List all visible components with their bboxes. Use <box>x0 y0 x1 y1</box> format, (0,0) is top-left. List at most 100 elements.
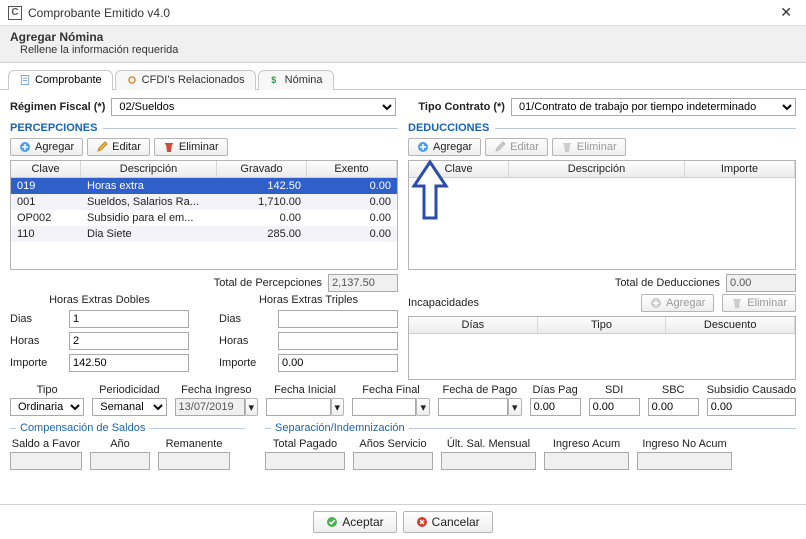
hd-horas-input[interactable] <box>69 332 189 350</box>
trash-icon <box>561 141 573 153</box>
top-selects-row: Régimen Fiscal (*) 02/Sueldos Tipo Contr… <box>10 98 796 116</box>
diaspag-input[interactable] <box>530 398 581 416</box>
fpago-label: Fecha de Pago <box>438 384 522 396</box>
ht-horas-label: Horas <box>219 335 272 347</box>
sep-total-input <box>265 452 345 470</box>
tipo-label: Tipo <box>10 384 84 396</box>
sep-anios-label: Años Servicio <box>353 438 433 450</box>
tipocontrato-select[interactable]: 01/Contrato de trabajo por tiempo indete… <box>511 98 796 116</box>
finicial-input[interactable] <box>266 398 330 416</box>
periodicidad-select[interactable]: Semanal <box>92 398 166 416</box>
sbc-input[interactable] <box>648 398 699 416</box>
rem-input <box>158 452 230 470</box>
ffinal-cal-button[interactable]: ▾ <box>416 398 430 416</box>
pencil-icon <box>494 141 506 153</box>
plus-icon <box>19 141 31 153</box>
plus-icon <box>417 141 429 153</box>
regimen-select[interactable]: 02/Sueldos <box>111 98 396 116</box>
comp-saldos-title: Compensación de Saldos <box>20 422 145 434</box>
deducciones-add-button[interactable]: Agregar <box>408 138 481 156</box>
ht-importe-input[interactable] <box>278 354 398 372</box>
tab-cfdis[interactable]: CFDI's Relacionados <box>115 70 256 90</box>
deducciones-del-button: Eliminar <box>552 138 626 156</box>
subsidio-label: Subsidio Causado <box>707 384 796 396</box>
percepciones-grid[interactable]: Clave Descripción Gravado Exento 019 Hor… <box>10 160 398 270</box>
periodicidad-label: Periodicidad <box>92 384 166 396</box>
hd-importe-input[interactable] <box>69 354 189 372</box>
link-icon <box>126 74 138 86</box>
deducciones-panel: DEDUCCIONES Agregar Editar Eliminar Clav… <box>408 122 796 380</box>
col-desc[interactable]: Descripción <box>509 161 685 177</box>
comp-saldos-group: Compensación de Saldos Saldo a Favor Año… <box>10 416 245 470</box>
incapacidades-add-button: Agregar <box>641 294 714 312</box>
col-exen[interactable]: Exento <box>307 161 397 177</box>
cancel-button[interactable]: Cancelar <box>403 511 493 533</box>
finicial-cal-button[interactable]: ▾ <box>331 398 345 416</box>
col-imp[interactable]: Importe <box>685 161 795 177</box>
sep-ult-input <box>441 452 536 470</box>
col-clave[interactable]: Clave <box>11 161 81 177</box>
table-row[interactable]: OP002 Subsidio para el em... 0.00 0.00 <box>11 210 397 226</box>
col-clave[interactable]: Clave <box>409 161 509 177</box>
rem-label: Remanente <box>158 438 230 450</box>
tab-label: Comprobante <box>35 74 102 86</box>
percepciones-edit-button[interactable]: Editar <box>87 138 150 156</box>
sep-ult-label: Últ. Sal. Mensual <box>441 438 536 450</box>
col-desc[interactable]: Descripción <box>81 161 217 177</box>
separacion-title: Separación/Indemnización <box>275 422 405 434</box>
sdi-input[interactable] <box>589 398 640 416</box>
x-icon <box>416 516 428 528</box>
sep-noacum-label: Ingreso No Acum <box>637 438 732 450</box>
ht-dias-label: Dias <box>219 313 272 325</box>
sep-total-label: Total Pagado <box>265 438 345 450</box>
doc-icon <box>19 74 31 86</box>
window-title: Comprobante Emitido v4.0 <box>28 6 774 20</box>
pencil-icon <box>96 141 108 153</box>
deducciones-edit-button: Editar <box>485 138 548 156</box>
table-row[interactable]: 110 Dia Siete 285.00 0.00 <box>11 226 397 242</box>
fingreso-cal-button[interactable]: ▾ <box>245 398 259 416</box>
footer: Aceptar Cancelar <box>0 504 806 539</box>
percepciones-del-button[interactable]: Eliminar <box>154 138 228 156</box>
money-icon: $ <box>269 74 281 86</box>
separacion-group: Separación/Indemnización Total Pagado Añ… <box>265 416 796 470</box>
col-grav[interactable]: Gravado <box>217 161 307 177</box>
subsidio-input[interactable] <box>707 398 796 416</box>
tab-comprobante[interactable]: Comprobante <box>8 70 113 90</box>
tipo-select[interactable]: Ordinaria <box>10 398 84 416</box>
hd-dias-input[interactable] <box>69 310 189 328</box>
tabs: Comprobante CFDI's Relacionados $ Nómina <box>0 63 806 90</box>
deducciones-total-value <box>726 274 796 292</box>
accept-button[interactable]: Aceptar <box>313 511 396 533</box>
fpago-input[interactable] <box>438 398 508 416</box>
deducciones-grid[interactable]: Clave Descripción Importe <box>408 160 796 270</box>
incapacidades-grid[interactable]: Días Tipo Descuento <box>408 316 796 380</box>
table-row[interactable]: 019 Horas extra 142.50 0.00 <box>11 178 397 194</box>
col-desc[interactable]: Descuento <box>666 317 795 333</box>
table-row[interactable]: 001 Sueldos, Salarios Ra... 1,710.00 0.0… <box>11 194 397 210</box>
app-icon: C <box>8 6 22 20</box>
tab-label: Nómina <box>285 74 323 86</box>
fingreso-input <box>175 398 245 416</box>
fpago-cal-button[interactable]: ▾ <box>508 398 522 416</box>
percepciones-panel: PERCEPCIONES Agregar Editar Eliminar Cla… <box>10 122 398 380</box>
subheader: Agregar Nómina Rellene la información re… <box>0 26 806 63</box>
meta-fields-row: Tipo Ordinaria Periodicidad Semanal Fecha … <box>10 384 796 416</box>
anio-label: Año <box>90 438 150 450</box>
percepciones-add-button[interactable]: Agregar <box>10 138 83 156</box>
tab-label: CFDI's Relacionados <box>142 74 245 86</box>
ht-horas-input[interactable] <box>278 332 398 350</box>
finicial-label: Fecha Inicial <box>266 384 344 396</box>
ht-dias-input[interactable] <box>278 310 398 328</box>
col-tipo[interactable]: Tipo <box>538 317 667 333</box>
sdi-label: SDI <box>589 384 640 396</box>
sep-anios-input <box>353 452 433 470</box>
anio-input <box>90 452 150 470</box>
close-icon[interactable]: ✕ <box>774 4 798 21</box>
col-dias[interactable]: Días <box>409 317 538 333</box>
regimen-label: Régimen Fiscal (*) <box>10 101 105 113</box>
ffinal-input[interactable] <box>352 398 416 416</box>
deducciones-title: DEDUCCIONES <box>408 122 489 134</box>
incapacidades-del-button: Eliminar <box>722 294 796 312</box>
tab-nomina[interactable]: $ Nómina <box>258 70 334 90</box>
